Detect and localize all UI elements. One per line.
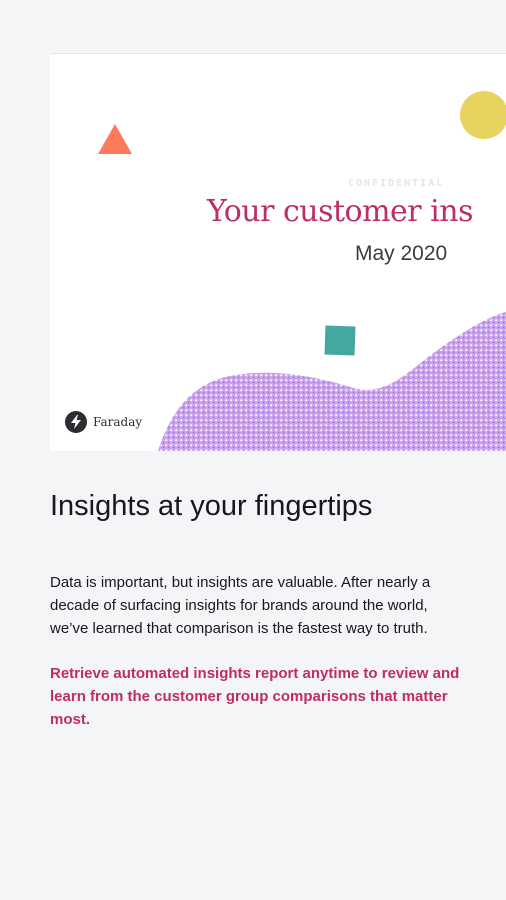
square-shape — [324, 325, 356, 356]
section-heading: Insights at your fingertips — [50, 490, 373, 522]
brand-logo: Faraday — [65, 411, 142, 433]
section-highlight: Retrieve automated insights report anyti… — [50, 665, 460, 728]
section-body: Data is important, but insights are valu… — [50, 574, 431, 637]
report-title: Your customer ins — [207, 194, 473, 229]
brand-name: Faraday — [93, 415, 143, 429]
report-date: May 2020 — [355, 242, 448, 265]
page: CONFIDENTIAL Your customer ins May 2020 … — [0, 0, 506, 900]
triangle-shape — [98, 124, 132, 154]
circle-shape — [460, 91, 506, 139]
lightning-icon — [65, 411, 87, 433]
report-preview-image: CONFIDENTIAL Your customer ins May 2020 … — [50, 53, 506, 451]
confidential-label: CONFIDENTIAL — [348, 178, 445, 189]
